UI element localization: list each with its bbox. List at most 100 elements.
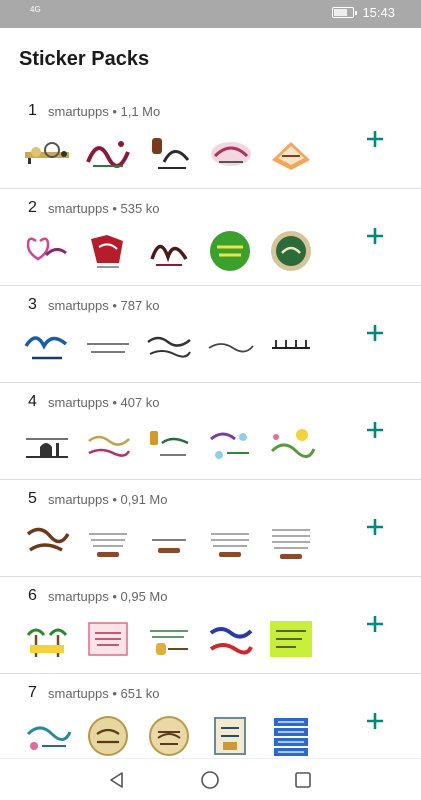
sticker-thumb-sunshine-script — [266, 423, 316, 467]
meta-separator: • — [112, 492, 121, 507]
status-time: 15:43 — [362, 5, 395, 20]
plus-icon — [367, 616, 383, 632]
sticker-pack-row[interactable]: 4 smartupps • 407 ko — [0, 383, 421, 480]
plus-icon — [367, 713, 383, 729]
pack-size: 535 ko — [120, 201, 160, 216]
pack-author: smartupps — [48, 492, 109, 507]
sticker-thumb-calligraphy-dark — [144, 229, 194, 273]
sticker-pack-row[interactable]: 5 smartupps • 0,91 Mo — [0, 480, 421, 577]
plus-icon — [367, 422, 383, 438]
pack-number: 7 — [28, 684, 37, 701]
sticker-pack-row[interactable]: 1 smartupps • 1,1 Mo — [0, 92, 421, 189]
sticker-thumb-green-badge — [205, 229, 255, 273]
sticker-pack-list[interactable]: 1 smartupps • 1,1 Mo 2 smartupps • 535 k… — [0, 92, 421, 758]
add-pack-button[interactable] — [362, 223, 388, 249]
sticker-thumb-quran-book — [266, 132, 316, 176]
sticker-thumb-mosque-silhouette — [22, 423, 72, 467]
sticker-pack-row[interactable]: 7 smartupps • 651 ko — [0, 674, 421, 758]
battery-icon — [332, 7, 358, 18]
app-bar: Sticker Packs — [0, 28, 421, 92]
sticker-thumb-lantern-green — [144, 617, 194, 661]
plus-icon — [367, 325, 383, 341]
sticker-pack-row[interactable]: 6 smartupps • 0,95 Mo — [0, 577, 421, 674]
pack-number: 5 — [28, 490, 37, 507]
back-button[interactable] — [106, 769, 128, 791]
sticker-thumbnails — [22, 229, 322, 277]
pack-number: 2 — [28, 199, 37, 216]
sticker-thumbnails — [22, 714, 322, 758]
pack-meta: smartupps • 1,1 Mo — [48, 104, 160, 119]
sticker-thumbnails — [22, 132, 322, 180]
sticker-thumb-dua-short — [144, 520, 194, 564]
home-circle-icon — [201, 771, 219, 789]
sticker-thumb-lime-note — [266, 617, 316, 661]
pack-size: 651 ko — [120, 686, 160, 701]
sticker-thumb-lanterns — [22, 132, 72, 176]
sticker-thumb-pink-frame — [83, 617, 133, 661]
system-nav-bar — [0, 758, 421, 800]
pack-number: 4 — [28, 393, 37, 410]
recents-square-icon — [295, 772, 311, 788]
status-right: 15:43 — [332, 5, 395, 20]
pack-author: smartupps — [48, 201, 109, 216]
add-pack-button[interactable] — [362, 126, 388, 152]
sticker-thumb-red-blue-text — [205, 617, 255, 661]
sticker-pack-row[interactable]: 3 smartupps • 787 ko — [0, 286, 421, 383]
pack-size: 0,95 Mo — [120, 589, 168, 604]
add-pack-button[interactable] — [362, 514, 388, 540]
sticker-thumb-gold-medallion-2 — [144, 714, 194, 758]
sticker-thumb-teal-floral — [22, 714, 72, 758]
sticker-thumbnails — [22, 617, 322, 665]
plus-icon — [367, 131, 383, 147]
pack-size: 787 ko — [120, 298, 160, 313]
meta-separator: • — [112, 201, 121, 216]
recents-button[interactable] — [292, 769, 314, 791]
meta-separator: • — [112, 104, 121, 119]
pack-author: smartupps — [48, 589, 109, 604]
home-button[interactable] — [199, 769, 221, 791]
meta-separator: • — [112, 298, 121, 313]
sticker-thumb-book-cover — [205, 714, 255, 758]
sticker-thumb-pink-gold-script — [83, 423, 133, 467]
sticker-thumb-salam-text — [144, 326, 194, 370]
sticker-thumb-pink-greeting — [205, 132, 255, 176]
pack-meta: smartupps • 0,95 Mo — [48, 589, 167, 604]
sticker-thumb-ramadan-calligraphy — [83, 132, 133, 176]
pack-meta: smartupps • 535 ko — [48, 201, 160, 216]
sticker-thumb-script-lines — [83, 326, 133, 370]
page-title: Sticker Packs — [19, 48, 150, 70]
sticker-thumb-brown-calligraphy — [22, 520, 72, 564]
sticker-thumb-dua-text — [83, 520, 133, 564]
add-pack-button[interactable] — [362, 320, 388, 346]
sticker-thumb-lantern-greeting — [144, 132, 194, 176]
sticker-thumbnails — [22, 520, 322, 568]
sticker-thumb-gold-medallion — [83, 714, 133, 758]
pack-size: 407 ko — [120, 395, 160, 410]
sticker-thumb-blue-calligraphy — [22, 326, 72, 370]
add-pack-button[interactable] — [362, 708, 388, 734]
pack-number: 1 — [28, 102, 37, 119]
pack-meta: smartupps • 0,91 Mo — [48, 492, 167, 507]
sticker-thumb-flower-purple — [205, 423, 255, 467]
status-bar: 4G 15:43 — [0, 0, 421, 28]
pack-number: 6 — [28, 587, 37, 604]
sticker-thumb-palm-trees — [22, 617, 72, 661]
pack-meta: smartupps • 407 ko — [48, 395, 160, 410]
sticker-thumbnails — [22, 423, 322, 471]
network-indicator: 4G — [30, 5, 41, 14]
pack-author: smartupps — [48, 686, 109, 701]
add-pack-button[interactable] — [362, 611, 388, 637]
sticker-thumb-heart-love — [22, 229, 72, 273]
sticker-thumb-lantern-script — [144, 423, 194, 467]
pack-author: smartupps — [48, 298, 109, 313]
sticker-pack-row[interactable]: 2 smartupps • 535 ko — [0, 189, 421, 286]
sticker-thumb-quran-red — [83, 229, 133, 273]
meta-separator: • — [112, 686, 121, 701]
add-pack-button[interactable] — [362, 417, 388, 443]
battery-level — [334, 9, 348, 16]
sticker-thumb-dua-lines — [205, 520, 255, 564]
sticker-thumb-dua-block — [266, 520, 316, 564]
plus-icon — [367, 519, 383, 535]
pack-size: 0,91 Mo — [120, 492, 168, 507]
meta-separator: • — [112, 589, 121, 604]
